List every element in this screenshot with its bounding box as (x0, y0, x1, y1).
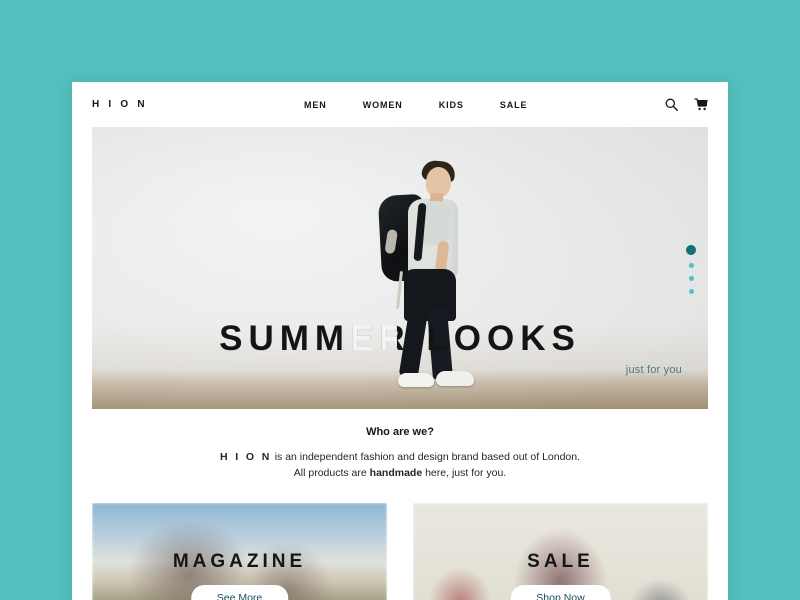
brand-logo[interactable]: H I O N (92, 99, 148, 110)
see-more-button[interactable]: See More (190, 584, 289, 600)
about-line1-text: is an independent fashion and design bra… (274, 451, 581, 463)
header-actions (665, 82, 708, 127)
promo-card-magazine[interactable]: MAGAZINE See More (92, 502, 387, 600)
about-line2-prefix: All products are (293, 467, 367, 480)
carousel-dot-4[interactable] (688, 289, 694, 294)
carousel-dot-2[interactable] (688, 263, 694, 268)
cart-icon[interactable] (694, 98, 708, 111)
sale-card-title: SALE (527, 550, 594, 572)
website-page: H I O N MEN WOMEN KIDS SALE SUMMER LOOKS… (72, 82, 728, 600)
hero-banner: SUMMER LOOKS SUMMER LOOKS just for you (92, 127, 708, 409)
about-paragraph: H I O N is an independent fashion and de… (102, 449, 698, 482)
hero-model-photo (364, 149, 514, 397)
about-heading: Who are we? (366, 426, 434, 438)
carousel-dot-1[interactable] (686, 245, 696, 255)
promo-cards: MAGAZINE See More SALE Shop Now (92, 502, 708, 600)
main-navigation: MEN WOMEN KIDS SALE (304, 82, 527, 127)
site-header: H I O N MEN WOMEN KIDS SALE (72, 82, 728, 127)
hero-subtitle: just for you (625, 364, 682, 376)
shop-now-button[interactable]: Shop Now (510, 584, 611, 600)
nav-link-men[interactable]: MEN (304, 100, 327, 110)
nav-link-sale[interactable]: SALE (500, 100, 528, 110)
nav-link-kids[interactable]: KIDS (439, 100, 464, 110)
promo-card-sale[interactable]: SALE Shop Now (413, 502, 708, 600)
magazine-card-title: MAGAZINE (172, 550, 307, 572)
carousel-dot-3[interactable] (688, 276, 694, 281)
about-line2-suffix: here, just for you. (425, 467, 507, 480)
search-icon[interactable] (665, 98, 678, 111)
carousel-indicators (686, 245, 696, 294)
nav-link-women[interactable]: WOMEN (363, 100, 403, 110)
about-brand-name: H I O N (219, 451, 272, 463)
about-section: Who are we? H I O N is an independent fa… (72, 409, 728, 482)
about-line2-emphasis: handmade (369, 467, 423, 480)
